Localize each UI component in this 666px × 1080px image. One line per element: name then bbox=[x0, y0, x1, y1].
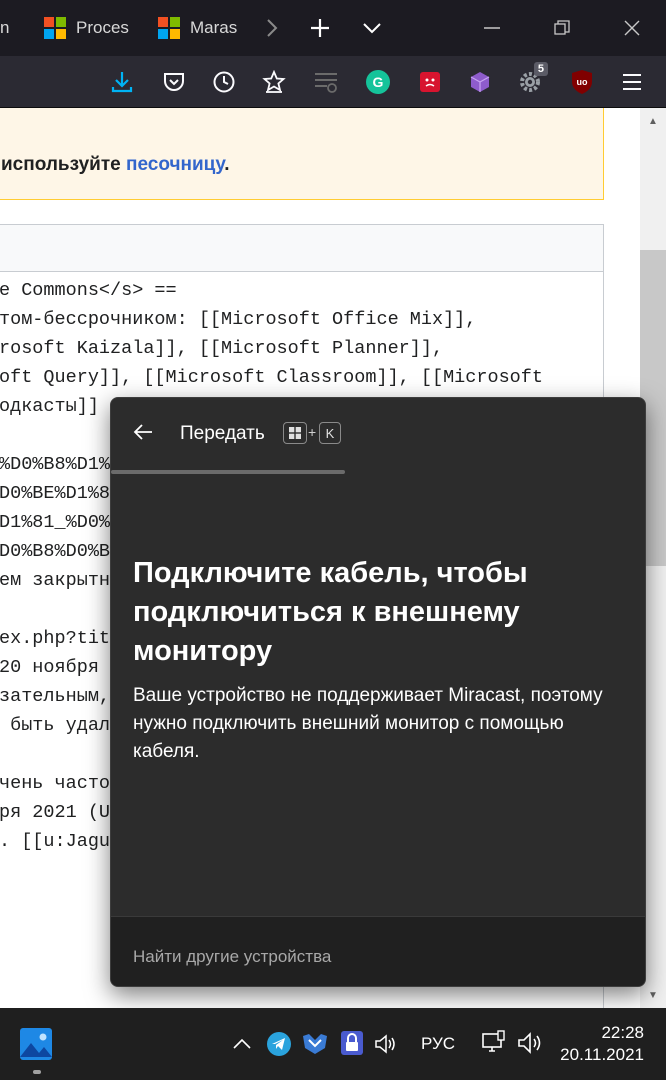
browser-tab-partial[interactable]: n bbox=[0, 0, 16, 56]
photos-app-icon[interactable] bbox=[18, 1026, 54, 1062]
browser-tab[interactable]: Maras bbox=[158, 0, 242, 56]
notice-suffix: . bbox=[224, 154, 230, 175]
ublock-icon[interactable]: uo bbox=[566, 66, 598, 98]
notice-prefix: используйте bbox=[1, 154, 126, 175]
browser-tab[interactable]: Proces bbox=[44, 0, 130, 56]
code-line: том-бессрочником: [[Microsoft Office Mix… bbox=[0, 309, 477, 330]
code-line: ря 2021 (U bbox=[0, 802, 111, 823]
windows-key-icon bbox=[283, 422, 307, 444]
volume-small-icon[interactable] bbox=[372, 1030, 400, 1058]
code-line: . [[u:Jagu bbox=[0, 831, 111, 852]
windows-logo-icon bbox=[44, 17, 66, 39]
reader-icon[interactable] bbox=[310, 66, 342, 98]
tab-scroll-right-icon[interactable] bbox=[256, 12, 288, 44]
editor-toolbar bbox=[0, 224, 604, 272]
close-window-icon[interactable] bbox=[616, 12, 648, 44]
tab-label: n bbox=[0, 18, 10, 37]
code-line: rosoft Kaizala]], [[Microsoft Planner]], bbox=[0, 338, 444, 359]
taskbar-clock[interactable]: 22:28 20.11.2021 bbox=[560, 1022, 644, 1066]
svg-text:G: G bbox=[373, 74, 384, 90]
svg-text:uo: uo bbox=[577, 77, 588, 87]
code-line: %D0%B8%D1% bbox=[0, 454, 111, 475]
malwarebytes-icon[interactable] bbox=[300, 1030, 330, 1058]
cast-flyout: Передать + K Подключите кабель, чтобы по… bbox=[110, 397, 646, 987]
telegram-icon[interactable] bbox=[265, 1030, 293, 1058]
grammarly-icon[interactable]: G bbox=[362, 66, 394, 98]
code-line: D0%BE%D1%8 bbox=[0, 483, 111, 504]
clock-date: 20.11.2021 bbox=[560, 1045, 644, 1064]
sandbox-link[interactable]: песочницу bbox=[126, 154, 224, 175]
sandbox-notice: используйте песочницу. bbox=[0, 108, 604, 200]
volume-icon[interactable] bbox=[516, 1028, 546, 1058]
bookmarks-icon[interactable] bbox=[258, 66, 290, 98]
shortcut-key: K bbox=[319, 422, 341, 444]
code-line: зательным, bbox=[0, 686, 111, 707]
active-app-indicator bbox=[33, 1070, 41, 1074]
tab-strip: n Proces Maras bbox=[0, 0, 666, 56]
extension-red-icon[interactable] bbox=[414, 66, 446, 98]
gear-icon[interactable]: 5 bbox=[514, 62, 548, 98]
show-hidden-icons-icon[interactable] bbox=[230, 1032, 254, 1056]
windows-logo-icon bbox=[158, 17, 180, 39]
flyout-footer: Найти другие устройства bbox=[111, 916, 645, 986]
download-icon[interactable] bbox=[106, 66, 138, 98]
list-all-tabs-icon[interactable] bbox=[356, 12, 388, 44]
find-other-devices-link[interactable]: Найти другие устройства bbox=[133, 947, 331, 967]
minimize-icon[interactable] bbox=[476, 12, 508, 44]
code-line: одкасты]] bbox=[0, 396, 99, 417]
back-arrow-icon[interactable] bbox=[129, 418, 157, 446]
new-tab-icon[interactable] bbox=[304, 12, 336, 44]
code-line: D0%B8%D0%B bbox=[0, 541, 111, 562]
history-icon[interactable] bbox=[208, 66, 240, 98]
code-line: D1%81_%D0% bbox=[0, 512, 111, 533]
network-icon[interactable] bbox=[480, 1028, 508, 1058]
code-line: чень часто bbox=[0, 773, 111, 794]
keepass-icon[interactable] bbox=[338, 1029, 366, 1057]
restore-icon[interactable] bbox=[546, 12, 578, 44]
clock-time: 22:28 bbox=[601, 1023, 644, 1042]
code-line: oft Query]], [[Microsoft Classroom]], [[… bbox=[0, 367, 543, 388]
input-language-indicator[interactable]: РУС bbox=[421, 1034, 455, 1054]
code-line: ем закрытн bbox=[0, 570, 111, 591]
code-line: ex.php?tit bbox=[0, 628, 111, 649]
searching-progress-bar bbox=[111, 470, 345, 474]
shortcut-plus: + bbox=[308, 424, 317, 440]
tab-label: Maras bbox=[190, 18, 238, 37]
taskbar: РУС 22:28 20.11.2021 bbox=[0, 1008, 666, 1080]
tab-label: Proces bbox=[76, 18, 129, 37]
code-line: e Commons</s> == bbox=[0, 280, 177, 301]
flyout-message: Ваше устройство не поддерживает Miracast… bbox=[133, 685, 603, 762]
notice-text: используйте песочницу. bbox=[1, 154, 230, 176]
flyout-title: Передать bbox=[180, 423, 265, 444]
pocket-icon[interactable] bbox=[158, 66, 190, 98]
browser-toolbar: G 5 uo bbox=[0, 56, 666, 108]
menu-icon[interactable] bbox=[616, 66, 648, 98]
extension-badge: 5 bbox=[533, 62, 548, 76]
scroll-up-icon[interactable]: ▲ bbox=[640, 108, 666, 134]
code-line: быть удал bbox=[0, 715, 111, 736]
flyout-heading: Подключите кабель, чтобы подключиться к … bbox=[133, 557, 528, 667]
extension-cube-icon[interactable] bbox=[464, 66, 496, 98]
code-line: 20 ноября bbox=[0, 657, 111, 678]
